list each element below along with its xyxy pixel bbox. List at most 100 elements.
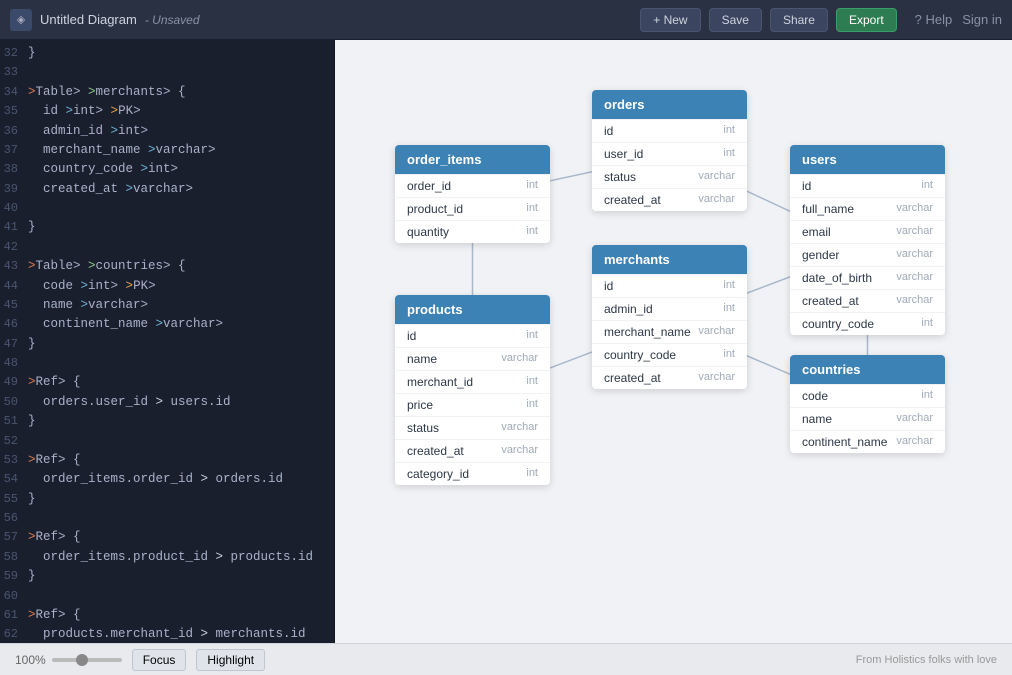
- field-name: merchant_id: [407, 375, 473, 389]
- field-name: product_id: [407, 202, 463, 216]
- table-row: continent_namevarchar: [790, 430, 945, 453]
- code-line: 61>Ref> {: [0, 606, 334, 625]
- line-content: order_items.order_id > orders.id: [28, 470, 283, 489]
- line-number: 47: [0, 335, 28, 354]
- field-name: date_of_birth: [802, 271, 872, 285]
- zoom-slider[interactable]: [52, 658, 122, 662]
- field-name: category_id: [407, 467, 469, 481]
- table-merchants[interactable]: merchantsidintadmin_idintmerchant_nameva…: [592, 245, 747, 389]
- line-number: 58: [0, 548, 28, 567]
- signin-link[interactable]: Sign in: [962, 12, 1002, 27]
- field-name: email: [802, 225, 831, 239]
- line-content: admin_id >int>: [28, 122, 148, 141]
- field-type: int: [921, 317, 933, 331]
- diagram-title: Untitled Diagram: [40, 12, 137, 27]
- field-name: created_at: [407, 444, 464, 458]
- table-row: idint: [790, 174, 945, 197]
- code-line: 50 orders.user_id > users.id: [0, 393, 334, 412]
- table-row: created_at varchar: [395, 439, 550, 462]
- line-number: 50: [0, 393, 28, 412]
- table-header-orders: orders: [592, 90, 747, 119]
- line-content: merchant_name >varchar>: [28, 141, 216, 160]
- line-content: country_code >int>: [28, 160, 178, 179]
- code-line: 51}: [0, 412, 334, 431]
- field-name: gender: [802, 248, 839, 262]
- share-button[interactable]: Share: [770, 8, 828, 32]
- field-type: varchar: [896, 225, 933, 239]
- field-type: int: [526, 329, 538, 343]
- line-number: 52: [0, 432, 28, 451]
- table-row: id int: [592, 119, 747, 142]
- field-type: int: [921, 179, 933, 193]
- field-type: int: [921, 389, 933, 403]
- line-content: name >varchar>: [28, 296, 148, 315]
- table-row: product_id int: [395, 197, 550, 220]
- code-line: 62 products.merchant_id > merchants.id: [0, 625, 334, 643]
- table-header-countries: countries: [790, 355, 945, 384]
- line-number: 40: [0, 199, 28, 218]
- field-name: quantity: [407, 225, 449, 239]
- code-line: 55}: [0, 490, 334, 509]
- line-number: 53: [0, 451, 28, 470]
- table-products[interactable]: productsidintnamevarcharmerchant_idintpr…: [395, 295, 550, 485]
- field-name: country_code: [802, 317, 874, 331]
- line-content: }: [28, 567, 36, 586]
- app-logo: ◈: [10, 9, 32, 31]
- diagram-canvas[interactable]: ordersidintuser_idintstatusvarcharcreate…: [335, 40, 1012, 643]
- field-type: varchar: [501, 444, 538, 458]
- table-row: namevarchar: [790, 407, 945, 430]
- field-type: int: [526, 179, 538, 193]
- line-content: created_at >varchar>: [28, 180, 193, 199]
- highlight-button[interactable]: Highlight: [196, 649, 265, 671]
- help-link[interactable]: ? Help: [915, 12, 953, 27]
- focus-button[interactable]: Focus: [132, 649, 187, 671]
- line-number: 57: [0, 528, 28, 547]
- field-type: varchar: [896, 202, 933, 216]
- field-type: int: [526, 375, 538, 389]
- line-number: 61: [0, 606, 28, 625]
- code-line: 35 id >int> >PK>: [0, 102, 334, 121]
- table-countries[interactable]: countries code int namevarcharcontinent_nam…: [790, 355, 945, 453]
- zoom-control[interactable]: 100%: [15, 653, 122, 667]
- line-content: [28, 587, 36, 606]
- save-button[interactable]: Save: [709, 8, 762, 32]
- table-orders[interactable]: ordersidintuser_idintstatusvarcharcreate…: [592, 90, 747, 211]
- code-line: 54 order_items.order_id > orders.id: [0, 470, 334, 489]
- field-type: varchar: [896, 435, 933, 449]
- export-button[interactable]: Export: [836, 8, 897, 32]
- code-panel[interactable]: 32}33 34>Table> >merchants> {35 id >int>…: [0, 40, 335, 643]
- field-type: int: [723, 124, 735, 138]
- statusbar: 100% Focus Highlight From Holistics folk…: [0, 643, 1012, 675]
- line-number: 56: [0, 509, 28, 528]
- new-button[interactable]: + New: [640, 8, 700, 32]
- field-type: int: [526, 202, 538, 216]
- code-line: 52: [0, 432, 334, 451]
- field-name: order_id: [407, 179, 451, 193]
- line-number: 35: [0, 102, 28, 121]
- table-row: created_atvarchar: [790, 289, 945, 312]
- line-content: order_items.product_id > products.id: [28, 548, 313, 567]
- line-content: continent_name >varchar>: [28, 315, 223, 334]
- line-number: 51: [0, 412, 28, 431]
- field-type: varchar: [896, 248, 933, 262]
- field-type: int: [526, 398, 538, 412]
- field-name: code: [802, 389, 828, 403]
- line-number: 32: [0, 44, 28, 63]
- table-row: country_code int: [592, 343, 747, 366]
- line-content: >Ref> {: [28, 606, 81, 625]
- field-name: country_code: [604, 348, 676, 362]
- line-number: 49: [0, 373, 28, 392]
- code-line: 56: [0, 509, 334, 528]
- line-number: 44: [0, 277, 28, 296]
- table-order_items[interactable]: order_itemsorder_idintproduct_idintquant…: [395, 145, 550, 243]
- code-line: 40: [0, 199, 334, 218]
- line-content: }: [28, 218, 36, 237]
- table-users[interactable]: usersidintfull_namevarcharemailvarcharge…: [790, 145, 945, 335]
- field-name: id: [604, 124, 613, 138]
- credit-text: From Holistics folks with love: [856, 654, 997, 666]
- field-type: int: [723, 348, 735, 362]
- line-number: 41: [0, 218, 28, 237]
- unsaved-indicator: - Unsaved: [145, 13, 200, 27]
- code-line: 41}: [0, 218, 334, 237]
- table-row: merchant_namevarchar: [592, 320, 747, 343]
